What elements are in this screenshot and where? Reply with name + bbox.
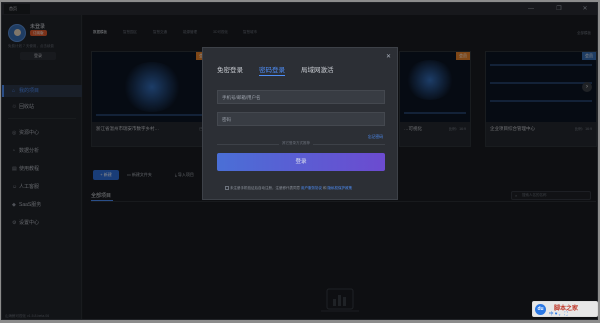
agree-checkbox[interactable] [225, 186, 229, 191]
divider-label: 其它登录方式推荐 [279, 141, 313, 146]
agreement-text: 未注册手机验证后自动注册，注册即代表同意 用户服务协议 和 隐私权保护政策 [225, 186, 352, 191]
watermark-logo: du 脚本之家 中 ♥ 。 ⛶ [532, 301, 598, 317]
agree-prefix: 未注册手机验证后自动注册，注册即代表同意 [230, 186, 300, 190]
agree-and: 和 [322, 186, 327, 190]
du-logo-icon: du [535, 304, 546, 315]
privacy-policy-link[interactable]: 隐私权保护政策 [327, 186, 352, 190]
active-tab-indicator [259, 75, 285, 76]
service-agreement-link[interactable]: 用户服务协议 [301, 186, 322, 190]
login-button[interactable]: 登录 [217, 153, 385, 171]
password-field[interactable] [217, 112, 385, 126]
username-field[interactable] [217, 90, 385, 104]
tab-lan-activation[interactable]: 局域网激活 [301, 64, 334, 74]
login-dialog: ✕ 免密登录 密码登录 局域网激活 忘记密码 其它登录方式推荐 登录 未注册手机… [202, 47, 398, 200]
close-icon[interactable]: ✕ [386, 53, 391, 60]
tab-password-login[interactable]: 密码登录 [259, 64, 285, 74]
tab-passwordless-login[interactable]: 免密登录 [217, 64, 243, 74]
forgot-password-link[interactable]: 忘记密码 [368, 135, 383, 140]
watermark-subtitle: 中 ♥ 。 ⛶ [549, 311, 568, 316]
